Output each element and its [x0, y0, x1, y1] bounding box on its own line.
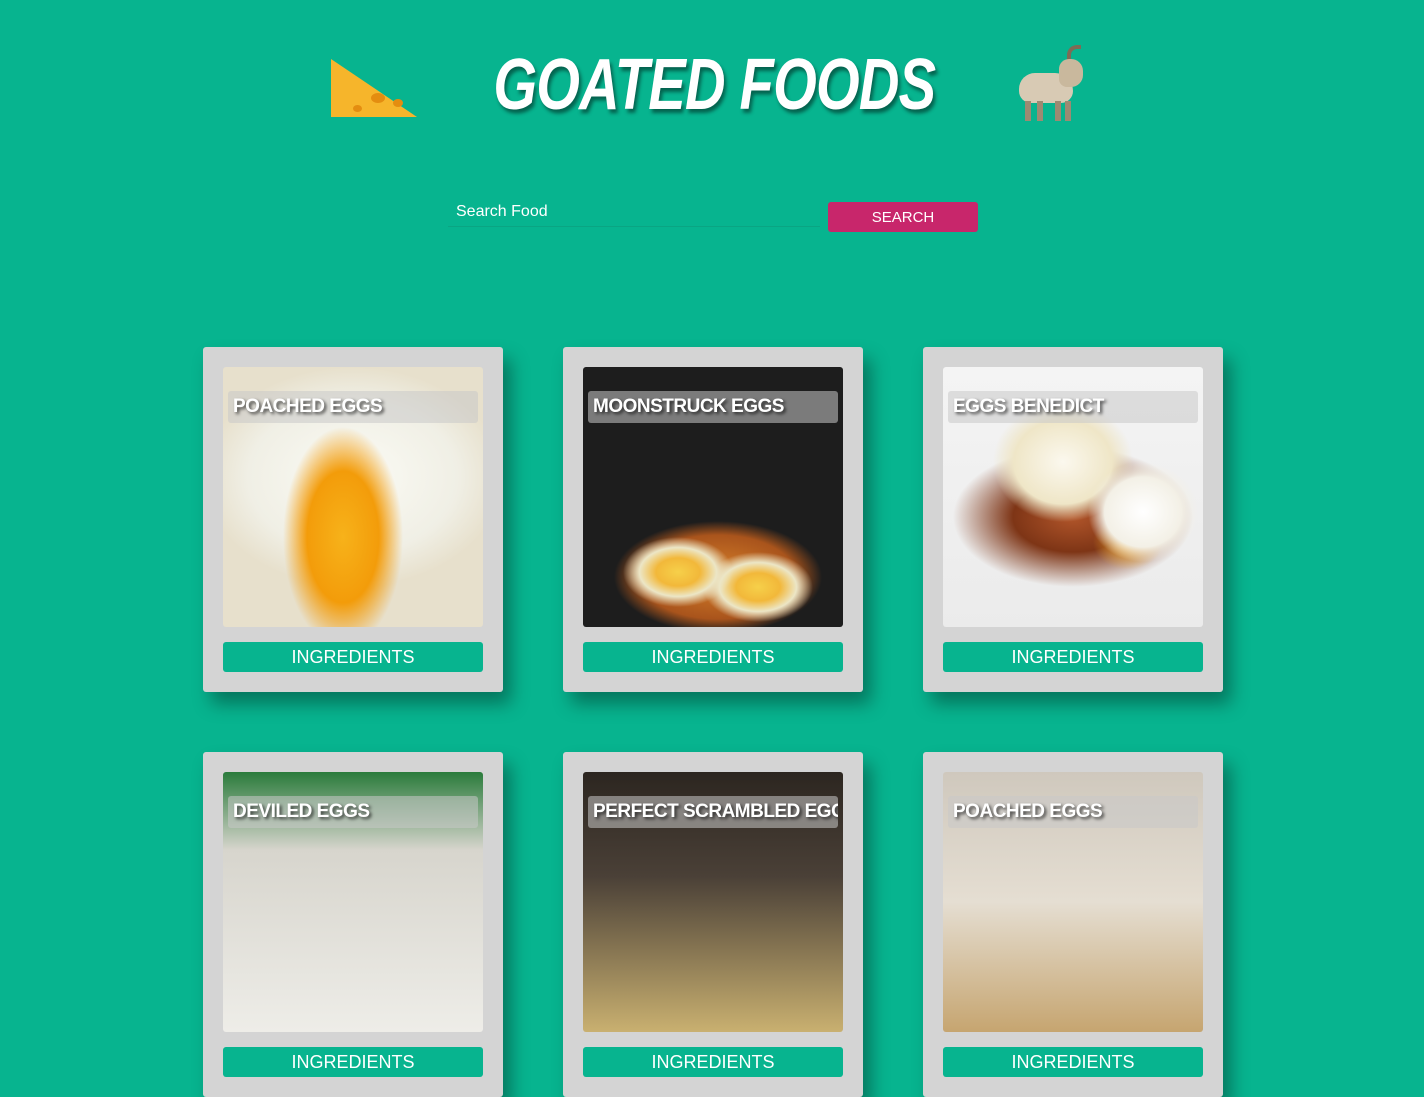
recipe-card: EGGS BENEDICT INGREDIENTS: [923, 347, 1223, 692]
recipe-title: POACHED EGGS: [228, 391, 478, 423]
recipe-title: MOONSTRUCK EGGS: [588, 391, 838, 423]
recipe-title: EGGS BENEDICT: [948, 391, 1198, 423]
recipe-card: DEVILED EGGS INGREDIENTS: [203, 752, 503, 1097]
recipe-image[interactable]: POACHED EGGS: [223, 367, 483, 627]
ingredients-button[interactable]: INGREDIENTS: [943, 1047, 1203, 1077]
recipe-image[interactable]: EGGS BENEDICT: [943, 367, 1203, 627]
recipe-title: DEVILED EGGS: [228, 796, 478, 828]
recipe-card: MOONSTRUCK EGGS INGREDIENTS: [563, 347, 863, 692]
recipe-image[interactable]: DEVILED EGGS: [223, 772, 483, 1032]
recipe-image[interactable]: POACHED EGGS: [943, 772, 1203, 1032]
cheese-icon: [330, 53, 417, 117]
goat-icon: [1011, 45, 1093, 125]
ingredients-button[interactable]: INGREDIENTS: [223, 642, 483, 672]
recipe-image[interactable]: MOONSTRUCK EGGS: [583, 367, 843, 627]
ingredients-button[interactable]: INGREDIENTS: [223, 1047, 483, 1077]
recipe-card: PERFECT SCRAMBLED EGGS INGREDIENTS: [563, 752, 863, 1097]
recipe-card: POACHED EGGS INGREDIENTS: [923, 752, 1223, 1097]
app-title: GOATED FOODS: [492, 45, 936, 125]
ingredients-button[interactable]: INGREDIENTS: [583, 642, 843, 672]
recipe-image[interactable]: PERFECT SCRAMBLED EGGS: [583, 772, 843, 1032]
ingredients-button[interactable]: INGREDIENTS: [943, 642, 1203, 672]
recipe-title: PERFECT SCRAMBLED EGGS: [588, 796, 838, 828]
search-input[interactable]: [448, 197, 820, 227]
recipe-title: POACHED EGGS: [948, 796, 1198, 828]
app-header: GOATED FOODS: [0, 40, 1424, 130]
search-button[interactable]: SEARCH: [828, 202, 978, 232]
search-bar: SEARCH: [448, 197, 980, 237]
ingredients-button[interactable]: INGREDIENTS: [583, 1047, 843, 1077]
recipe-card: POACHED EGGS INGREDIENTS: [203, 347, 503, 692]
